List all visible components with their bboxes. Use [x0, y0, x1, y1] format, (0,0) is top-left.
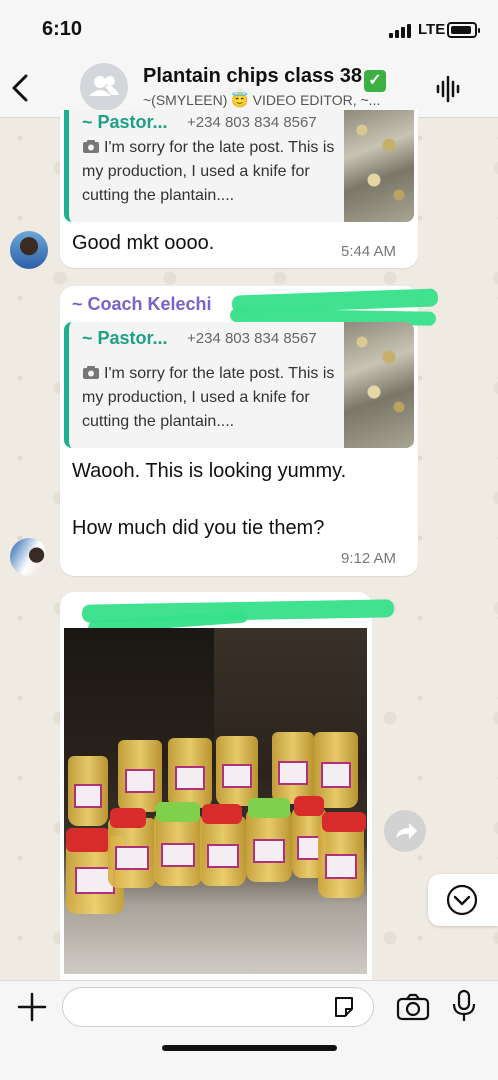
- jar: [154, 814, 202, 886]
- quoted-text-content: I'm sorry for the late post. This is my …: [82, 365, 335, 430]
- home-indicator: [162, 1045, 337, 1051]
- group-title[interactable]: Plantain chips class 38 ✓: [143, 65, 386, 92]
- group-members[interactable]: ~(SMYLEEN) 😇 VIDEO EDITOR, ~...: [143, 92, 418, 109]
- jar-lid: [248, 798, 290, 818]
- chevron-down-icon: [446, 884, 478, 916]
- jar: [168, 738, 212, 808]
- jar-lid: [66, 828, 110, 852]
- jar-lid: [202, 804, 242, 824]
- photo-attachment[interactable]: [64, 628, 367, 974]
- jar: [246, 810, 292, 882]
- quoted-text: I'm sorry for the late post. This is my …: [82, 136, 344, 208]
- quoted-text-content: I'm sorry for the late post. This is my …: [82, 139, 335, 204]
- message-input-bar: [0, 980, 498, 1080]
- camera-icon: [83, 140, 99, 153]
- jar-lid: [156, 802, 200, 822]
- voice-chat-icon[interactable]: [435, 75, 461, 103]
- jar: [318, 824, 364, 898]
- message-bubble[interactable]: ~ Coach Kelechi ~ Pastor... +234 803 834…: [60, 286, 439, 576]
- quoted-image-thumbnail: [344, 110, 414, 222]
- jar: [200, 816, 246, 886]
- quoted-message[interactable]: ~ Pastor... +234 803 834 8567 I'm sorry …: [64, 110, 414, 222]
- quoted-sender: ~ Pastor...: [82, 112, 168, 132]
- back-arrow-icon[interactable]: [8, 68, 34, 108]
- message-text-line2: How much did you tie them?: [72, 517, 325, 539]
- sender-avatar[interactable]: [10, 538, 48, 576]
- quoted-sender: ~ Pastor...: [82, 328, 168, 348]
- forward-button[interactable]: [384, 810, 426, 852]
- jar-lid: [110, 808, 146, 828]
- forward-icon: [396, 823, 417, 839]
- jar: [272, 732, 314, 804]
- message-input[interactable]: [62, 987, 374, 1027]
- plus-icon[interactable]: [16, 991, 48, 1023]
- quoted-text: I'm sorry for the late post. This is my …: [82, 362, 344, 434]
- camera-icon[interactable]: [396, 993, 430, 1021]
- jar: [216, 736, 258, 806]
- message-bubble[interactable]: ~ Pastor... +234 803 834 8567 I'm sorry …: [60, 110, 418, 268]
- message-text-line1: Waooh. This is looking yummy.: [72, 460, 347, 482]
- quoted-message[interactable]: ~ Pastor... +234 803 834 8567 I'm sorry …: [64, 322, 414, 448]
- quoted-image-thumbnail: [344, 322, 414, 448]
- group-icon: [89, 76, 119, 96]
- signal-icon: [389, 24, 411, 38]
- message-time: 9:12 AM: [341, 550, 397, 567]
- quoted-phone: +234 803 834 8567: [187, 114, 317, 131]
- jar-lid: [294, 796, 324, 816]
- status-time: 6:10: [42, 18, 83, 40]
- group-title-text: Plantain chips class 38: [143, 65, 362, 87]
- jar: [68, 756, 108, 826]
- battery-icon: [447, 22, 480, 38]
- message-time: 5:44 AM: [341, 243, 397, 260]
- sender-name[interactable]: ~ Coach Kelechi: [72, 294, 212, 315]
- message-text: Good mkt oooo.: [72, 232, 215, 254]
- quoted-phone: +234 803 834 8567: [187, 330, 317, 347]
- status-bar: 6:10 LTE: [0, 0, 498, 60]
- jar: [108, 818, 156, 888]
- camera-icon: [83, 366, 99, 379]
- check-emoji-icon: ✓: [364, 70, 386, 92]
- scroll-to-bottom-button[interactable]: [428, 874, 498, 926]
- group-avatar[interactable]: [80, 63, 128, 111]
- sender-avatar[interactable]: [10, 231, 48, 269]
- microphone-icon[interactable]: [450, 989, 478, 1023]
- jar: [118, 740, 162, 812]
- jar-lid: [322, 812, 366, 832]
- sticker-icon[interactable]: [332, 995, 356, 1019]
- network-label: LTE: [418, 21, 446, 38]
